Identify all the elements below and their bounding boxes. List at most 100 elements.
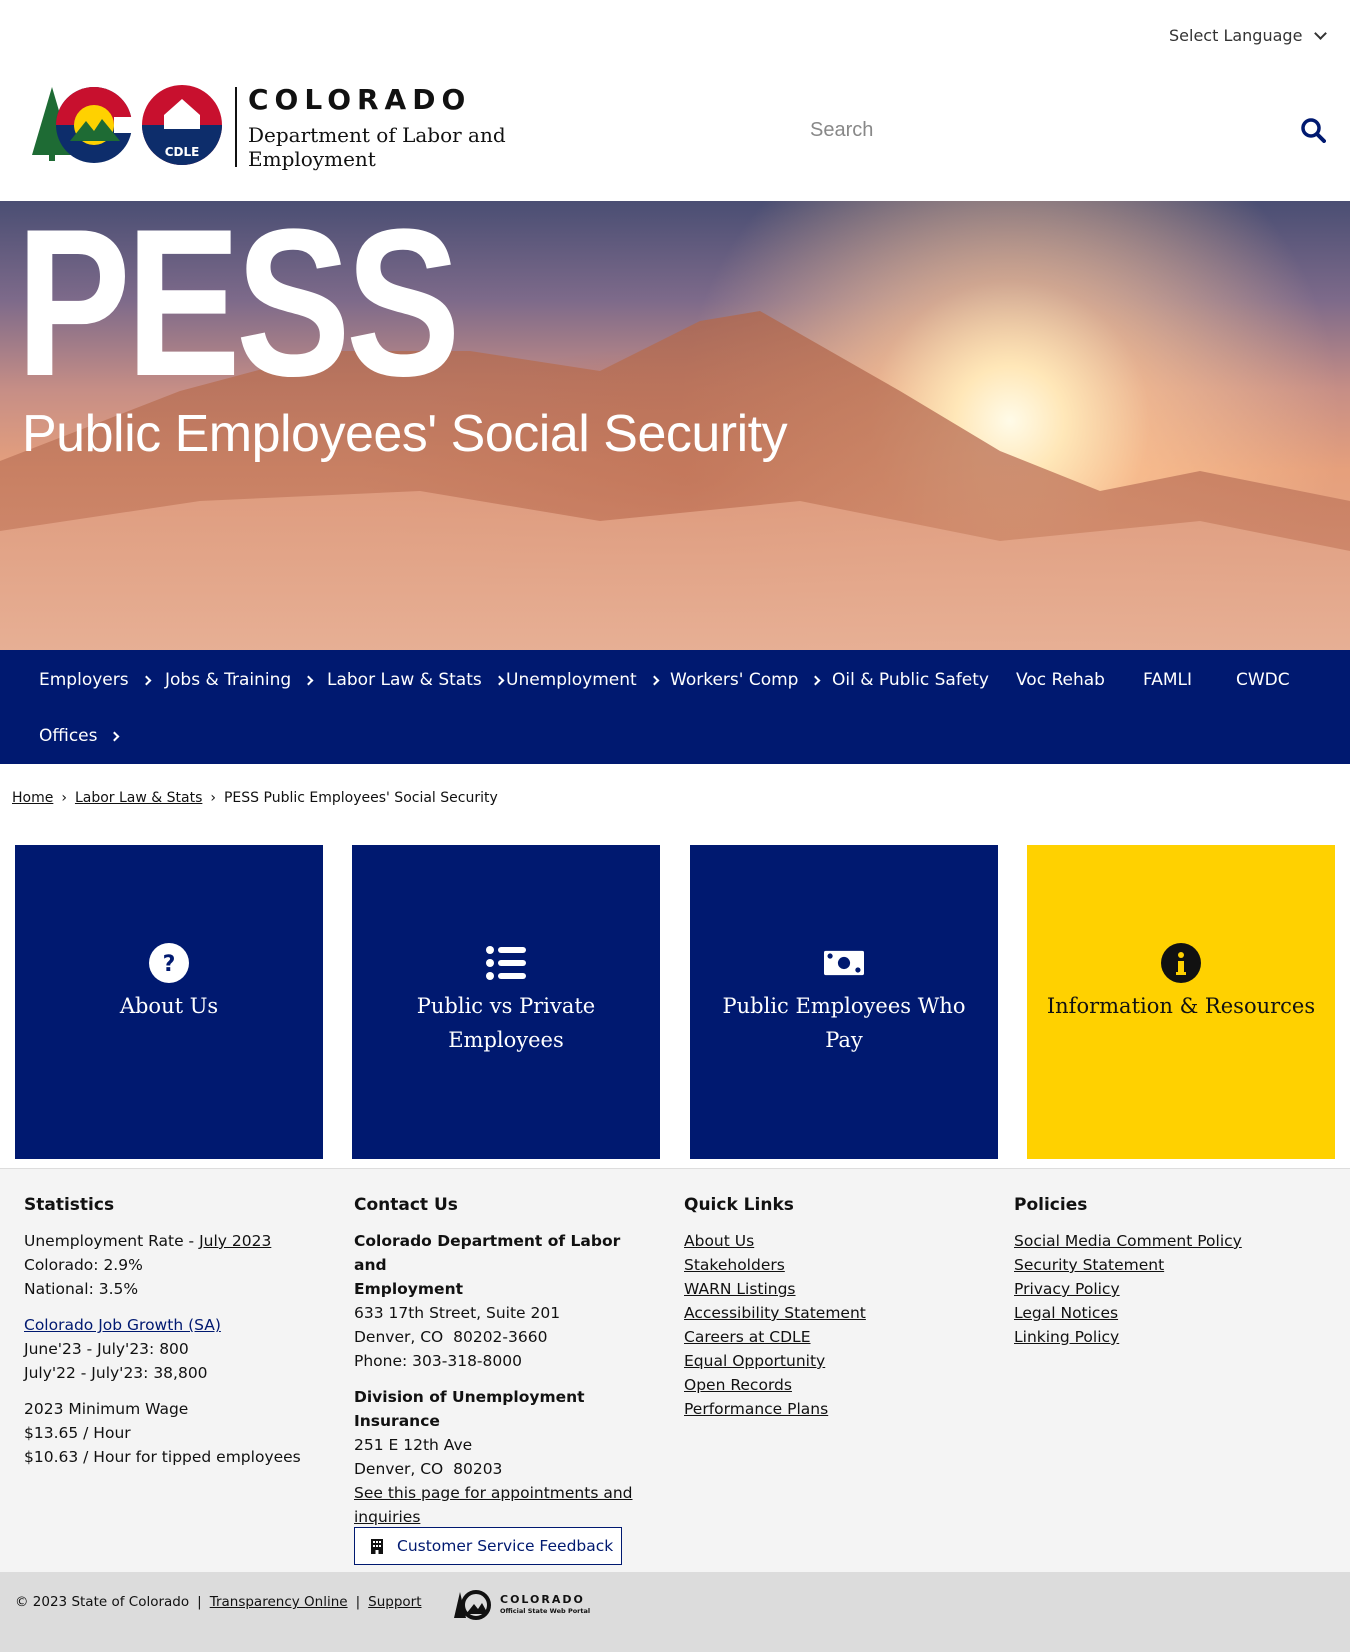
nav-item-labor-law-stats[interactable]: Labor Law & Stats xyxy=(327,670,505,690)
policy-social-media[interactable]: Social Media Comment Policy xyxy=(1014,1229,1334,1253)
policy-security-statement[interactable]: Security Statement xyxy=(1014,1253,1334,1277)
search-input[interactable] xyxy=(810,118,1296,142)
chevron-right-icon xyxy=(494,675,505,685)
tile-label: Public Employees Who Pay xyxy=(722,994,966,1052)
breadcrumb-separator-icon: › xyxy=(61,790,67,806)
nav-item-label: Offices xyxy=(39,726,98,746)
quick-link-equal-opportunity[interactable]: Equal Opportunity xyxy=(684,1349,984,1373)
contact-org2-address1: 251 E 12th Ave xyxy=(354,1436,473,1454)
cdle-badge-text: CDLE xyxy=(165,145,200,159)
nav-item-label: Workers' Comp xyxy=(670,670,799,690)
state-logo-name: COLORADO xyxy=(500,1593,585,1606)
quick-link-open-records[interactable]: Open Records xyxy=(684,1373,984,1397)
tile-label: About Us xyxy=(119,994,219,1018)
footer: Statistics Unemployment Rate - July 2023… xyxy=(0,1168,1350,1572)
breadcrumb-home-link[interactable]: Home xyxy=(12,790,53,806)
chevron-right-icon xyxy=(649,675,660,685)
separator: | xyxy=(197,1594,202,1610)
nav-item-cwdc[interactable]: CWDC xyxy=(1236,670,1290,690)
nav-item-jobs-training[interactable]: Jobs & Training xyxy=(165,670,314,690)
job-growth-monthly: June'23 - July'23: 800 xyxy=(24,1340,189,1358)
contact-org2-address2: Denver, CO 80203 xyxy=(354,1460,503,1478)
nav-item-famli[interactable]: FAMLI xyxy=(1143,670,1192,690)
policy-privacy[interactable]: Privacy Policy xyxy=(1014,1277,1334,1301)
footer-contact: Contact Us Colorado Department of Labor … xyxy=(354,1193,654,1565)
hero-subtitle: Public Employees' Social Security xyxy=(22,405,788,463)
logo-divider xyxy=(235,87,237,167)
appointments-link[interactable]: See this page for appointments and inqui… xyxy=(354,1481,654,1529)
policy-linking[interactable]: Linking Policy xyxy=(1014,1325,1334,1349)
contact-org1-address1: 633 17th Street, Suite 201 xyxy=(354,1304,561,1322)
quick-link-about-us[interactable]: About Us xyxy=(684,1229,984,1253)
chevron-down-icon xyxy=(1314,26,1328,40)
language-label: Select Language xyxy=(1169,26,1303,45)
quick-link-warn-listings[interactable]: WARN Listings xyxy=(684,1277,984,1301)
nav-item-voc-rehab[interactable]: Voc Rehab xyxy=(1016,670,1105,690)
min-wage-tipped: $10.63 / Hour for tipped employees xyxy=(24,1448,301,1466)
breadcrumb-current: PESS Public Employees' Social Security xyxy=(223,790,498,806)
money-bill-icon xyxy=(824,943,864,983)
nav-item-label: Employers xyxy=(39,670,129,690)
building-icon xyxy=(371,1538,383,1554)
tile-information-resources[interactable]: Information & Resources xyxy=(1027,845,1335,1159)
footer-statistics: Statistics Unemployment Rate - July 2023… xyxy=(24,1193,324,1469)
hero-title: PESS xyxy=(16,201,461,420)
bottom-links: © 2023 State of Colorado | Transparency … xyxy=(15,1594,422,1610)
tile-label: Information & Resources xyxy=(1046,994,1316,1018)
job-growth-link[interactable]: Colorado Job Growth (SA) xyxy=(24,1313,324,1337)
footer-policies: Policies Social Media Comment Policy Sec… xyxy=(1014,1193,1334,1349)
policy-legal-notices[interactable]: Legal Notices xyxy=(1014,1301,1334,1325)
unemployment-month-link[interactable]: July 2023 xyxy=(199,1232,271,1250)
nav-item-unemployment[interactable]: Unemployment xyxy=(506,670,660,690)
transparency-online-link[interactable]: Transparency Online xyxy=(210,1594,348,1610)
nav-item-label: Jobs & Training xyxy=(165,670,292,690)
info-circle-icon xyxy=(1161,943,1201,983)
language-selector[interactable]: Select Language xyxy=(1169,26,1328,45)
search-button[interactable] xyxy=(1296,113,1330,147)
question-circle-icon: ? xyxy=(149,943,189,983)
cdle-logo[interactable]: CDLE COLORADO Department of Labor and Em… xyxy=(30,85,510,171)
search-icon xyxy=(1301,118,1326,143)
contact-org1-address2: Denver, CO 80202-3660 xyxy=(354,1328,548,1346)
customer-service-feedback-button[interactable]: Customer Service Feedback xyxy=(354,1527,622,1565)
nav-item-label: Voc Rehab xyxy=(1016,670,1105,690)
nav-item-oil-public-safety[interactable]: Oil & Public Safety xyxy=(832,670,989,690)
breadcrumb-separator-icon: › xyxy=(210,790,216,806)
nav-item-label: Oil & Public Safety xyxy=(832,670,989,690)
colorado-cdle-emblem-icon: CDLE xyxy=(32,85,222,165)
search-bar xyxy=(810,108,1330,152)
tile-about-us[interactable]: ? About Us xyxy=(15,845,323,1159)
quick-link-stakeholders[interactable]: Stakeholders xyxy=(684,1253,984,1277)
svg-text:?: ? xyxy=(163,952,176,977)
appointments-link-line1: See this page for appointments and xyxy=(354,1484,633,1502)
logo-department: Department of Labor and Employment xyxy=(248,123,506,171)
tile-public-employees-who-pay[interactable]: Public Employees Who Pay xyxy=(690,845,998,1159)
support-link[interactable]: Support xyxy=(368,1594,421,1610)
statistics-heading: Statistics xyxy=(24,1195,115,1215)
nav-item-label: FAMLI xyxy=(1143,670,1192,690)
quick-link-performance-plans[interactable]: Performance Plans xyxy=(684,1397,984,1421)
colorado-state-portal-logo[interactable]: COLORADO Official State Web Portal xyxy=(454,1590,590,1620)
quick-link-accessibility[interactable]: Accessibility Statement xyxy=(684,1301,984,1325)
nav-item-offices[interactable]: Offices xyxy=(39,726,120,746)
nav-item-workers-comp[interactable]: Workers' Comp xyxy=(670,670,821,690)
list-icon xyxy=(486,943,526,983)
quick-link-careers[interactable]: Careers at CDLE xyxy=(684,1325,984,1349)
contact-org1-name-line2: Employment xyxy=(354,1280,464,1298)
chevron-right-icon xyxy=(110,731,120,741)
bottom-bar: © 2023 State of Colorado | Transparency … xyxy=(0,1572,1350,1652)
tile-public-vs-private[interactable]: Public vs Private Employees xyxy=(352,845,660,1159)
nav-item-label: Labor Law & Stats xyxy=(327,670,482,690)
contact-org1-name-line1: Colorado Department of Labor and xyxy=(354,1232,621,1274)
breadcrumb-section-link[interactable]: Labor Law & Stats xyxy=(75,790,202,806)
chevron-right-icon xyxy=(811,675,821,685)
job-growth-yearly: July'22 - July'23: 38,800 xyxy=(24,1364,208,1382)
nav-item-label: Unemployment xyxy=(506,670,637,690)
logo-wordmark: COLORADO xyxy=(248,83,472,116)
appointments-link-line2: inquiries xyxy=(354,1508,421,1526)
nav-item-employers[interactable]: Employers xyxy=(39,670,152,690)
unemployment-prefix: Unemployment Rate - xyxy=(24,1232,200,1250)
state-logo-sub: Official State Web Portal xyxy=(500,1607,591,1615)
contact-org1-phone: Phone: 303-318-8000 xyxy=(354,1352,522,1370)
colorado-rate: Colorado: 2.9% xyxy=(24,1256,143,1274)
